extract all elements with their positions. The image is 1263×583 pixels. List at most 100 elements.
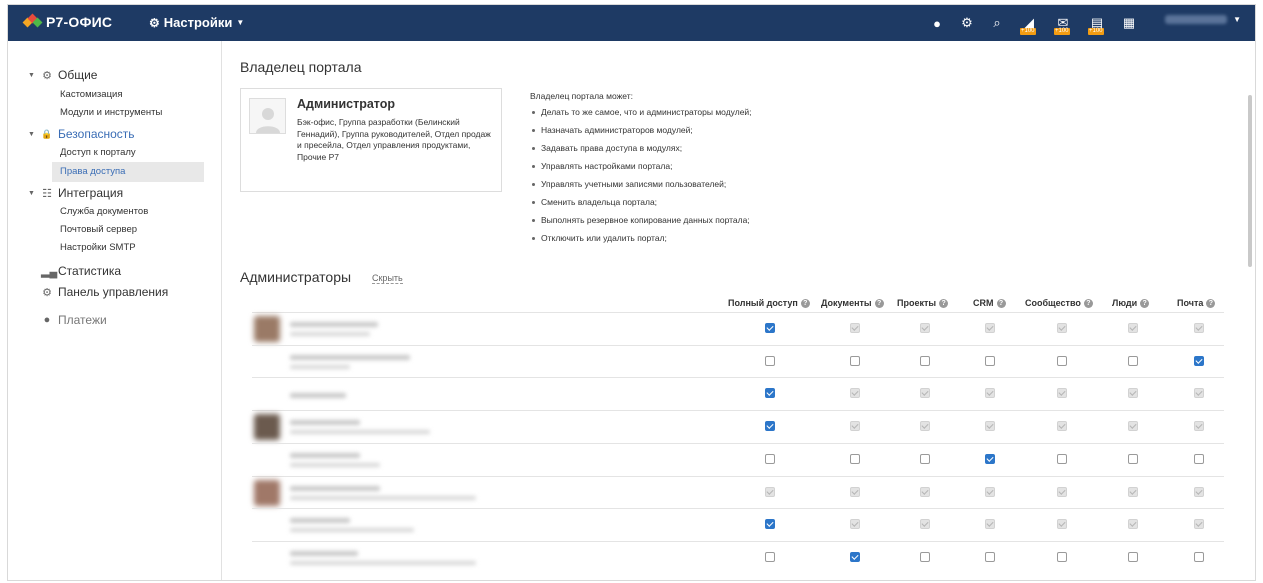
permission-checkbox[interactable]: [1128, 551, 1138, 562]
admin-person-blurred[interactable]: [254, 478, 574, 508]
bullet-icon: [532, 218, 535, 222]
table-row-divider: [252, 475, 1224, 477]
mail-module-icon[interactable]: ✉ +100: [1053, 15, 1073, 35]
admin-name-blurred: [290, 322, 378, 327]
permission-checkbox: [1128, 519, 1138, 530]
admin-person-blurred[interactable]: [254, 314, 574, 344]
sidebar-item-1-0[interactable]: Доступ к порталу: [60, 147, 136, 158]
bullet-icon: [532, 200, 535, 204]
permission-checkbox[interactable]: [765, 323, 775, 333]
expand-triangle-icon[interactable]: ▼: [28, 72, 36, 79]
owner-right-item: Сменить владельца портала;: [532, 197, 657, 207]
help-icon[interactable]: ?: [996, 298, 1006, 308]
crm-module-icon[interactable]: ◢ +100: [1019, 15, 1039, 35]
column-header-label: CRM: [973, 298, 994, 308]
permission-checkbox[interactable]: [765, 519, 775, 530]
permission-checkbox[interactable]: [850, 551, 860, 562]
permission-checkbox[interactable]: [1128, 355, 1138, 366]
sidebar-item-1-1[interactable]: Права доступа: [60, 166, 125, 177]
admin-person-blurred[interactable]: [254, 379, 574, 409]
permission-checkbox: [985, 421, 995, 432]
main-content: Владелец портала Администратор Бэк-офис,…: [222, 41, 1255, 580]
logo-icon: [22, 13, 43, 29]
help-icon[interactable]: ?: [1083, 298, 1093, 308]
permission-checkbox[interactable]: [920, 453, 930, 464]
permission-checkbox[interactable]: [850, 453, 860, 464]
permission-checkbox[interactable]: [1057, 355, 1067, 366]
documents-module-icon[interactable]: ▤ +100: [1087, 15, 1107, 35]
calendar-icon[interactable]: ▦: [1121, 15, 1137, 31]
help-icon[interactable]: ?: [939, 298, 949, 308]
permission-checkbox[interactable]: [985, 453, 995, 464]
admin-person-blurred[interactable]: [254, 347, 574, 377]
sidebar-category-1[interactable]: ▼ 🔒 Безопасность: [28, 127, 135, 141]
user-menu[interactable]: ▼: [1165, 15, 1241, 24]
permission-checkbox[interactable]: [1057, 453, 1067, 464]
help-icon[interactable]: ?: [1206, 298, 1216, 308]
permission-checkbox: [1194, 486, 1204, 497]
permission-checkbox[interactable]: [920, 551, 930, 562]
permission-checkbox[interactable]: [765, 388, 775, 399]
admin-avatar-blurred: [254, 479, 280, 506]
column-header-5: Люди?: [1112, 298, 1150, 308]
product-logo[interactable]: Р7-ОФИС: [22, 13, 112, 30]
admin-person-blurred[interactable]: [254, 510, 574, 540]
permission-checkbox[interactable]: [985, 355, 995, 366]
help-icon[interactable]: ?: [874, 298, 884, 308]
permission-checkbox[interactable]: [1128, 453, 1138, 464]
admin-name-blurred: [290, 485, 380, 491]
owner-name[interactable]: Администратор: [297, 97, 395, 111]
column-header-3: CRM?: [973, 298, 1006, 308]
payments-icon[interactable]: ●: [929, 15, 945, 31]
admin-title-blurred: [290, 430, 430, 435]
help-icon[interactable]: ?: [1140, 298, 1150, 308]
permission-checkbox[interactable]: [1194, 551, 1204, 562]
admin-name-blurred: [290, 452, 360, 458]
scrollbar-thumb[interactable]: [1248, 95, 1252, 267]
owner-rights-title: Владелец портала может:: [530, 91, 633, 101]
sidebar-item-0-1[interactable]: Модули и инструменты: [60, 107, 162, 118]
bullet-icon: [532, 182, 535, 186]
sidebar-category-3[interactable]: ▂▄ Статистика: [28, 264, 121, 278]
permission-checkbox[interactable]: [1057, 551, 1067, 562]
sidebar-category-2[interactable]: ▼ ☷ Интеграция: [28, 186, 123, 200]
sidebar-category-5[interactable]: ● Платежи: [28, 313, 107, 327]
hide-admins-link[interactable]: Скрыть: [372, 273, 403, 284]
sidebar-item-2-2[interactable]: Настройки SMTP: [60, 242, 136, 253]
sidebar-item-0-0[interactable]: Кастомизация: [60, 89, 122, 100]
sidebar-item-2-1[interactable]: Почтовый сервер: [60, 224, 137, 235]
sidebar-category-0[interactable]: ▼ ⚙ Общие: [28, 68, 97, 82]
permission-checkbox: [850, 323, 860, 333]
permission-checkbox[interactable]: [765, 421, 775, 432]
permission-checkbox[interactable]: [765, 355, 775, 366]
column-header-0: Полный доступ?: [728, 298, 810, 308]
owner-right-text: Задавать права доступа в модулях;: [541, 143, 683, 153]
permission-checkbox: [1128, 323, 1138, 333]
permission-checkbox[interactable]: [850, 355, 860, 366]
owner-right-item: Задавать права доступа в модулях;: [532, 143, 682, 153]
settings-menu[interactable]: ⚙ Настройки ▼: [149, 15, 244, 30]
owner-right-item: Управлять учетными записями пользователе…: [532, 179, 726, 189]
expand-triangle-icon[interactable]: ▼: [28, 131, 36, 138]
owner-right-text: Выполнять резервное копирование данных п…: [541, 215, 750, 225]
search-icon[interactable]: ⌕: [989, 15, 1005, 31]
sidebar-item-2-0[interactable]: Служба документов: [60, 206, 148, 217]
permission-checkbox[interactable]: [1194, 453, 1204, 464]
help-icon[interactable]: ?: [800, 298, 810, 308]
permission-checkbox[interactable]: [765, 453, 775, 464]
sidebar-category-4[interactable]: ⚙ Панель управления: [28, 285, 168, 299]
permission-checkbox: [1194, 421, 1204, 432]
expand-triangle-icon[interactable]: ▼: [28, 190, 36, 197]
permission-checkbox[interactable]: [985, 551, 995, 562]
admin-person-blurred[interactable]: [254, 543, 574, 573]
permission-checkbox[interactable]: [920, 355, 930, 366]
payments-icon-glyph: ●: [933, 15, 941, 31]
settings-gear-icon[interactable]: ⚙: [959, 15, 975, 31]
permission-checkbox: [920, 323, 930, 333]
admin-title-blurred: [290, 560, 476, 565]
permission-checkbox[interactable]: [1194, 355, 1204, 366]
admin-person-blurred[interactable]: [254, 412, 574, 442]
admin-person-blurred[interactable]: [254, 445, 574, 475]
permission-checkbox[interactable]: [765, 551, 775, 562]
permission-checkbox: [920, 519, 930, 530]
